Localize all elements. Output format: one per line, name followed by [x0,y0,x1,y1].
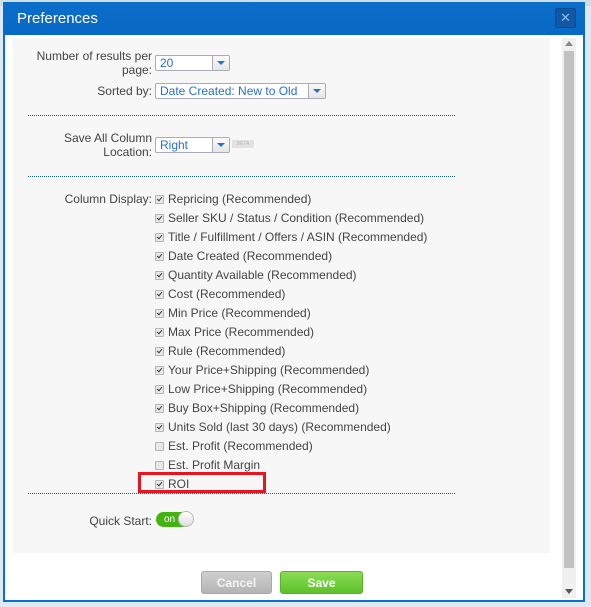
results-per-page-label-line1: Number of results per [36,49,152,63]
column-display-item[interactable]: Quantity Available (Recommended) [155,267,357,283]
section-divider [28,115,455,116]
dialog-scrollbar[interactable] [562,38,576,598]
save-all-column-location-label-line1: Save All Column [63,131,152,145]
checkbox-checked[interactable] [155,327,164,337]
dropdown-button[interactable] [212,56,229,70]
results-per-page-value: 20 [160,56,174,70]
checkbox-checked[interactable] [155,365,164,375]
sorted-by-select[interactable]: Date Created: New to Old [155,83,326,99]
column-display-item-label: Rule (Recommended) [168,344,286,358]
column-display-item-label: Est. Profit Margin [168,458,261,472]
save-all-column-location-label: Save All Column Location: [20,131,152,159]
beta-badge: BETA [232,140,254,148]
scroll-down-arrow-icon[interactable] [565,589,573,594]
column-display-item[interactable]: Max Price (Recommended) [155,324,314,340]
section-divider [28,176,455,177]
highlight-box [138,472,266,493]
column-display-item-label: Max Price (Recommended) [168,325,315,339]
column-display-item[interactable]: Cost (Recommended) [155,286,285,302]
results-per-page-select[interactable]: 20 [155,55,230,71]
column-display-item-label: Buy Box+Shipping (Recommended) [168,401,360,415]
column-display-item-label: Units Sold (last 30 days) (Recommended) [168,420,391,434]
scroll-thumb[interactable] [564,51,574,568]
column-display-item-label: Cost (Recommended) [168,287,286,301]
column-display-item[interactable]: Buy Box+Shipping (Recommended) [155,400,359,416]
checkbox-unchecked[interactable] [155,460,164,470]
column-display-item-label: Seller SKU / Status / Condition (Recomme… [168,211,425,225]
dialog-title: Preferences [17,10,98,27]
column-display-item-label: Low Price+Shipping (Recommended) [168,382,368,396]
save-all-column-location-label-line2: Location: [103,145,152,159]
checkbox-checked[interactable] [155,194,164,204]
sorted-by-value: Date Created: New to Old [160,84,298,98]
dialog-titlebar: Preferences ✕ [3,2,585,35]
column-display-item[interactable]: Units Sold (last 30 days) (Recommended) [155,419,391,435]
column-display-item[interactable]: Date Created (Recommended) [155,248,332,264]
column-display-item-label: Quantity Available (Recommended) [168,268,357,282]
column-display-item-label: Min Price (Recommended) [168,306,311,320]
dropdown-button[interactable] [212,138,229,152]
chevron-down-icon [217,61,225,65]
quick-start-label: Quick Start: [89,514,152,528]
results-per-page-label-line2: page: [121,63,152,77]
close-button[interactable]: ✕ [555,8,576,28]
column-display-item[interactable]: Est. Profit Margin [155,457,260,473]
column-display-label: Column Display: [64,192,152,206]
checkbox-checked[interactable] [155,270,164,280]
save-all-column-location-value: Right [160,138,189,152]
column-display-item-label: Date Created (Recommended) [168,249,333,263]
save-all-column-location-select[interactable]: Right [155,137,230,153]
sorted-by-label: Sorted by: [97,84,152,98]
column-display-item-label: Est. Profit (Recommended) [168,439,313,453]
toggle-state-text: on [164,514,176,525]
quick-start-toggle[interactable]: on [156,511,194,527]
column-display-item[interactable]: Title / Fulfillment / Offers / ASIN (Rec… [155,229,427,245]
checkbox-unchecked[interactable] [155,441,164,451]
column-display-item[interactable]: Rule (Recommended) [155,343,285,359]
checkbox-checked[interactable] [155,289,164,299]
checkbox-checked[interactable] [155,422,164,432]
column-display-item-label: Your Price+Shipping (Recommended) [168,363,370,377]
cancel-button[interactable]: Cancel [201,571,272,594]
column-display-item[interactable]: Seller SKU / Status / Condition (Recomme… [155,210,424,226]
column-display-item[interactable]: Low Price+Shipping (Recommended) [155,381,367,397]
column-display-item-label: Repricing (Recommended) [168,192,312,206]
checkbox-checked[interactable] [155,384,164,394]
dropdown-button[interactable] [308,84,325,98]
chevron-down-icon [217,143,225,147]
chevron-down-icon [313,89,321,93]
checkbox-checked[interactable] [155,251,164,261]
checkbox-checked[interactable] [155,308,164,318]
column-display-item[interactable]: Min Price (Recommended) [155,305,311,321]
column-display-item[interactable]: Est. Profit (Recommended) [155,438,313,454]
toggle-knob[interactable] [178,511,194,527]
close-icon: ✕ [560,10,571,25]
checkbox-checked[interactable] [155,232,164,242]
column-display-item[interactable]: Repricing (Recommended) [155,191,311,207]
scroll-up-arrow-icon[interactable] [565,41,573,46]
checkbox-checked[interactable] [155,403,164,413]
save-button[interactable]: Save [280,571,363,594]
checkbox-checked[interactable] [155,213,164,223]
results-per-page-label: Number of results per page: [20,49,152,77]
checkbox-checked[interactable] [155,346,164,356]
column-display-item[interactable]: Your Price+Shipping (Recommended) [155,362,369,378]
section-divider [28,493,455,494]
column-display-item-label: Title / Fulfillment / Offers / ASIN (Rec… [168,230,428,244]
